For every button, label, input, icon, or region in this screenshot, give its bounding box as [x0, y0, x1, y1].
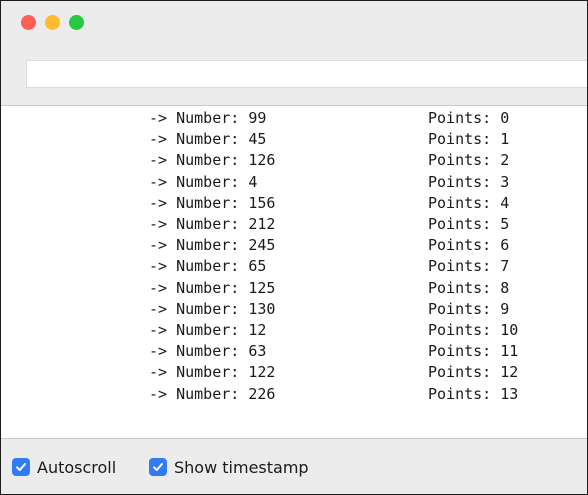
- points-text: Points: 0: [428, 109, 510, 127]
- points-text: Points: 12: [428, 363, 519, 382]
- autoscroll-option[interactable]: Autoscroll: [12, 457, 116, 477]
- status-bar: Autoscroll Show timestamp: [1, 438, 587, 494]
- number-text: -> Number: 130: [149, 299, 276, 318]
- send-toolbar: [1, 48, 587, 106]
- number-text: -> Number: 156: [149, 193, 276, 212]
- number-text: -> Number: 65: [149, 257, 267, 276]
- points-text: Points: 1: [428, 130, 510, 149]
- checkmark-icon: [16, 463, 26, 471]
- number-text: -> Number: 212: [149, 215, 276, 233]
- serial-output[interactable]: -> Number: 99 Points: 0 -> Number: 45 Point…: [1, 106, 587, 438]
- show-timestamp-checkbox[interactable]: [149, 458, 167, 476]
- points-text: Points: 13: [428, 384, 519, 403]
- output-line: -> Number: 4 Points: 3: [1, 172, 587, 193]
- send-input[interactable]: [26, 60, 587, 88]
- show-timestamp-option[interactable]: Show timestamp: [149, 457, 309, 477]
- number-text: -> Number: 63: [149, 342, 267, 361]
- number-text: -> Number: 125: [149, 278, 276, 297]
- output-line: -> Number: 122 Points: 12: [1, 362, 587, 383]
- points-text: Points: 9: [428, 299, 510, 318]
- serial-monitor-window: -> Number: 99 Points: 0 -> Number: 45 Point…: [0, 0, 588, 495]
- minimize-window-button[interactable]: [45, 15, 60, 30]
- output-line: -> Number: 130 Points: 9: [1, 299, 587, 320]
- points-text: Points: 8: [428, 278, 510, 297]
- number-text: -> Number: 99: [149, 109, 267, 127]
- output-line: -> Number: 45 Points: 1: [1, 129, 587, 150]
- points-text: Points: 7: [428, 257, 510, 276]
- title-bar[interactable]: [1, 1, 587, 48]
- autoscroll-label: Autoscroll: [37, 457, 117, 477]
- output-line: -> Number: 126 Points: 2: [1, 150, 587, 171]
- output-line: -> Number: 125 Points: 8: [1, 278, 587, 299]
- autoscroll-checkbox[interactable]: [12, 458, 30, 476]
- points-text: Points: 4: [428, 193, 510, 212]
- number-text: -> Number: 126: [149, 151, 276, 170]
- show-timestamp-label: Show timestamp: [174, 457, 309, 477]
- points-text: Points: 6: [428, 236, 510, 255]
- output-line: -> Number: 156 Points: 4: [1, 193, 587, 214]
- output-line: -> Number: 99 Points: 0: [1, 108, 587, 129]
- output-line: -> Number: 245 Points: 6: [1, 235, 587, 256]
- output-line: -> Number: 65 Points: 7: [1, 256, 587, 277]
- output-line: -> Number: 63 Points: 11: [1, 341, 587, 362]
- number-text: -> Number: 226: [149, 384, 276, 403]
- points-text: Points: 3: [428, 172, 510, 191]
- number-text: -> Number: 45: [149, 130, 267, 149]
- output-line: -> Number: 226 Points: 13: [1, 384, 587, 405]
- points-text: Points: 10: [428, 321, 519, 339]
- output-line: -> Number: 12 Points: 10: [1, 320, 587, 341]
- number-text: -> Number: 12: [149, 321, 267, 339]
- maximize-window-button[interactable]: [69, 15, 84, 30]
- number-text: -> Number: 122: [149, 363, 276, 382]
- number-text: -> Number: 4: [149, 172, 258, 191]
- points-text: Points: 2: [428, 151, 510, 170]
- checkmark-icon: [153, 463, 163, 471]
- output-line: -> Number: 212 Points: 5: [1, 214, 587, 235]
- number-text: -> Number: 245: [149, 236, 276, 255]
- close-window-button[interactable]: [21, 15, 36, 30]
- points-text: Points: 11: [428, 342, 519, 361]
- points-text: Points: 5: [428, 215, 510, 233]
